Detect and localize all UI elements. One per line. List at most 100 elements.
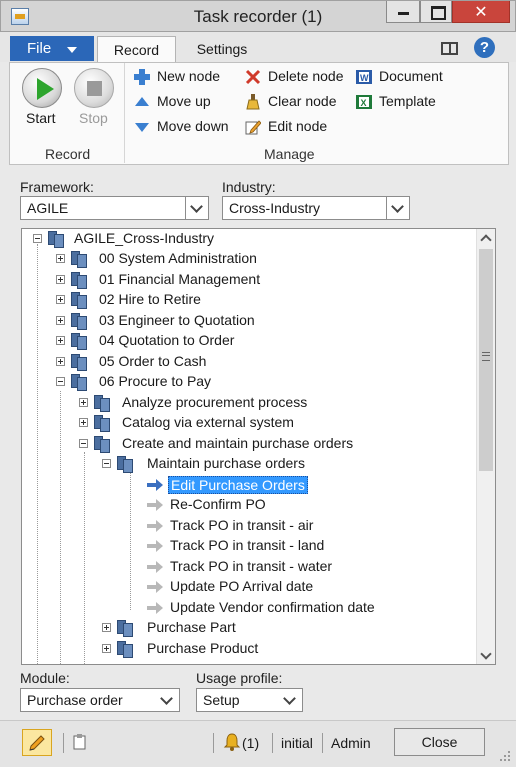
move-up-label: Move up xyxy=(157,93,211,109)
tree-node-label: 00 System Administration xyxy=(99,250,257,266)
close-window-button[interactable]: ✕ xyxy=(452,1,510,23)
attachment-icon[interactable] xyxy=(72,733,88,751)
tree-node-label: 02 Hire to Retire xyxy=(99,291,201,307)
plus-icon xyxy=(134,69,150,85)
folder-icon xyxy=(69,249,91,269)
tab-record[interactable]: Record xyxy=(97,36,176,63)
task-arrow-icon xyxy=(147,602,163,614)
delete-node-label: Delete node xyxy=(268,68,344,84)
task-arrow-icon xyxy=(147,499,163,511)
tree-node-label: 04 Quotation to Order xyxy=(99,332,235,348)
status-bar: (1) initial Admin Close xyxy=(0,720,516,767)
manage-group-label: Manage xyxy=(264,146,315,162)
module-value: Purchase order xyxy=(27,692,123,708)
tree-connector xyxy=(37,244,38,664)
tree-connector xyxy=(130,473,131,610)
edit-mode-button[interactable] xyxy=(22,729,52,756)
resize-grip-icon[interactable] xyxy=(499,750,511,762)
expand-icon[interactable] xyxy=(56,336,65,345)
collapse-icon[interactable] xyxy=(33,234,42,243)
tree-node-label: 03 Engineer to Quotation xyxy=(99,312,255,328)
move-down-label: Move down xyxy=(157,118,229,134)
status-divider xyxy=(272,733,273,753)
maximize-button[interactable] xyxy=(420,1,452,23)
stop-label[interactable]: Stop xyxy=(79,110,108,126)
status-divider xyxy=(63,733,64,753)
svg-text:X: X xyxy=(361,98,367,108)
folder-icon xyxy=(92,434,114,454)
expand-icon[interactable] xyxy=(102,623,111,632)
expand-icon[interactable] xyxy=(102,644,111,653)
expand-icon[interactable] xyxy=(56,316,65,325)
chevron-down-icon[interactable] xyxy=(279,689,302,711)
tab-settings[interactable]: Settings xyxy=(182,36,262,63)
stop-button[interactable] xyxy=(74,68,114,108)
chevron-down-icon[interactable] xyxy=(386,197,409,219)
chevron-down-icon[interactable] xyxy=(185,197,208,219)
file-menu-tab[interactable]: File xyxy=(10,36,94,61)
task-arrow-icon xyxy=(147,581,163,593)
help-icon[interactable]: ? xyxy=(474,37,495,58)
framework-select[interactable]: AGILE xyxy=(20,196,209,220)
module-select[interactable]: Purchase order xyxy=(20,688,180,712)
user-indicator[interactable]: Admin xyxy=(331,735,371,751)
ribbon: Start Stop Record New node Move up Move … xyxy=(9,62,509,165)
status-divider xyxy=(213,733,214,753)
file-tab-label: File xyxy=(27,40,52,57)
record-group-label: Record xyxy=(45,146,91,162)
usage-profile-select[interactable]: Setup xyxy=(196,688,303,712)
module-label: Module: xyxy=(20,670,70,686)
task-label: Update PO Arrival date xyxy=(170,578,314,594)
expand-icon[interactable] xyxy=(79,418,88,427)
task-label: Track PO in transit - air xyxy=(170,517,314,533)
task-tree[interactable]: AGILE_Cross-Industry 00 System Administr… xyxy=(21,228,496,665)
expand-icon[interactable] xyxy=(56,275,65,284)
scroll-up-icon[interactable] xyxy=(477,229,495,247)
minimize-button[interactable] xyxy=(386,1,420,23)
task-label: Edit Purchase Orders xyxy=(168,476,308,494)
tree-connector xyxy=(60,391,61,664)
notification-bell-icon[interactable] xyxy=(222,732,242,752)
expand-icon[interactable] xyxy=(56,357,65,366)
word-document-icon: W xyxy=(356,70,372,84)
folder-icon xyxy=(69,331,91,351)
ribbon-tab-row: File Record Settings ? xyxy=(0,32,516,63)
close-button[interactable]: Close xyxy=(394,728,485,756)
edit-node-label: Edit node xyxy=(268,118,328,134)
expand-icon[interactable] xyxy=(56,295,65,304)
new-node-label: New node xyxy=(157,68,221,84)
expand-icon[interactable] xyxy=(79,398,88,407)
title-bar: Task recorder (1) ✕ xyxy=(0,0,516,32)
task-label: Track PO in transit - water xyxy=(170,558,333,574)
scroll-down-icon[interactable] xyxy=(477,646,495,664)
task-arrow-icon xyxy=(147,479,163,491)
collapse-icon[interactable] xyxy=(79,439,88,448)
industry-label: Industry: xyxy=(222,179,276,195)
expand-icon[interactable] xyxy=(56,254,65,263)
company-indicator[interactable]: initial xyxy=(281,735,313,751)
task-arrow-icon xyxy=(147,561,163,573)
collapse-icon[interactable] xyxy=(56,377,65,386)
group-divider xyxy=(124,63,125,163)
folder-icon xyxy=(115,639,137,659)
toggle-pane-icon[interactable] xyxy=(441,42,458,55)
folder-icon xyxy=(115,454,137,474)
tree-node-label: AGILE_Cross-Industry xyxy=(74,230,215,246)
folder-icon xyxy=(69,311,91,331)
folder-icon xyxy=(92,393,114,413)
folder-icon xyxy=(69,290,91,310)
start-button[interactable] xyxy=(22,68,62,108)
notification-count[interactable]: (1) xyxy=(242,735,259,751)
eraser-icon xyxy=(246,94,260,110)
tree-node-label: Analyze procurement process xyxy=(122,394,308,410)
scrollbar-thumb[interactable] xyxy=(479,249,493,471)
tree-connector xyxy=(84,452,85,664)
framework-value: AGILE xyxy=(27,200,69,216)
chevron-down-icon[interactable] xyxy=(156,689,179,711)
industry-select[interactable]: Cross-Industry xyxy=(222,196,410,220)
tree-scrollbar[interactable] xyxy=(476,229,495,664)
collapse-icon[interactable] xyxy=(102,459,111,468)
excel-template-icon: X xyxy=(356,95,372,109)
tree-node-label: Purchase Part xyxy=(147,619,236,635)
start-label[interactable]: Start xyxy=(26,110,56,126)
